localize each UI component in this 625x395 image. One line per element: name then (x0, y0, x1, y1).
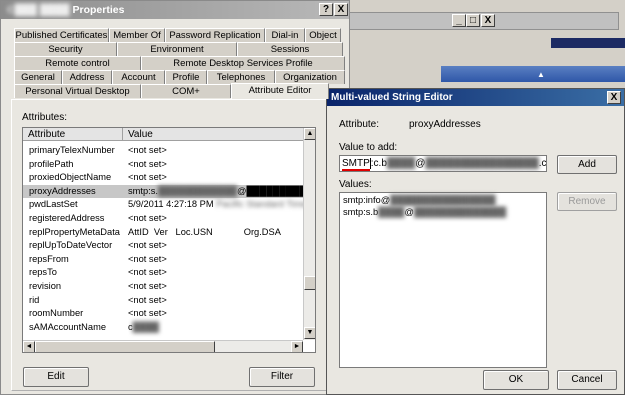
attributes-label: Attributes: (22, 112, 68, 123)
table-row[interactable]: primaryTelexNumber <not set> (23, 144, 303, 158)
editor-titlebar: Multi-valued String Editor (327, 89, 624, 106)
value-to-add-label: Value to add: (339, 142, 398, 153)
values-list[interactable]: smtp:info@████████████████ smtp:s.b████@… (339, 192, 547, 368)
table-row[interactable]: pwdLastSet 5/9/2011 4:27:18 PM Pacific S… (23, 198, 307, 212)
scrollbar-thumb[interactable] (304, 276, 315, 290)
tab-address[interactable]: Address (62, 70, 112, 84)
table-row[interactable]: revision <not set> (23, 280, 303, 294)
close-button[interactable]: X (334, 3, 348, 16)
ok-button[interactable]: OK (483, 370, 549, 390)
tab-environment[interactable]: Environment (117, 42, 237, 56)
tab-dial-in[interactable]: Dial-in (265, 28, 305, 42)
edit-button[interactable]: Edit (23, 367, 89, 387)
table-row-selected[interactable]: proxyAddresses smtp:s.████████████@█████… (23, 184, 315, 199)
close-button[interactable]: X (607, 91, 621, 104)
tab-personal-virtual-desktop[interactable]: Personal Virtual Desktop (14, 84, 141, 98)
tab-general[interactable]: General (14, 70, 62, 84)
cancel-button[interactable]: Cancel (557, 370, 617, 390)
tab-attribute-editor[interactable]: Attribute Editor (231, 83, 329, 99)
remove-button[interactable]: Remove (557, 192, 617, 211)
list-rows: primaryTelexNumber <not set> profilePath <… (23, 144, 315, 340)
scroll-right-arrow-icon[interactable]: ► (291, 341, 303, 352)
help-button[interactable]: ? (319, 3, 333, 16)
scroll-left-arrow-icon[interactable]: ◄ (23, 341, 35, 352)
table-row[interactable]: replUpToDateVector <not set> (23, 239, 303, 253)
tab-object[interactable]: Object (305, 28, 341, 42)
column-header-attribute[interactable]: Attribute (23, 128, 123, 141)
background-blue-band (551, 38, 625, 48)
table-row[interactable]: repsTo <not set> (23, 266, 303, 280)
title-blurred-name: C███ ████ (7, 4, 70, 16)
list-header: Attribute Value (23, 128, 303, 141)
tab-profile[interactable]: Profile (165, 70, 207, 84)
maximize-button[interactable]: □ (466, 14, 480, 27)
background-window: _ □ X ▲ (340, 0, 625, 100)
list-item[interactable]: smtp:info@████████████████ (343, 195, 496, 205)
table-row[interactable]: proxiedObjectName <not set> (23, 171, 303, 185)
tab-account[interactable]: Account (112, 70, 165, 84)
tab-remote-control[interactable]: Remote control (14, 56, 141, 70)
scroll-down-arrow-icon[interactable]: ▼ (304, 327, 315, 339)
tab-organization[interactable]: Organization (275, 70, 345, 84)
table-row[interactable]: roomNumber <not set> (23, 307, 303, 321)
column-header-value[interactable]: Value (123, 128, 303, 141)
input-smtp-prefix: SMTP (342, 158, 370, 171)
tab-remote-desktop-services-profile[interactable]: Remote Desktop Services Profile (141, 56, 345, 70)
tab-sessions[interactable]: Sessions (237, 42, 343, 56)
close-button[interactable]: X (481, 14, 495, 27)
attribute-value: proxyAddresses (409, 119, 481, 130)
table-row[interactable]: repsFrom <not set> (23, 253, 303, 267)
vertical-scrollbar[interactable]: ▲ ▼ (303, 128, 315, 340)
editor-title: Multi-valued String Editor (331, 92, 453, 103)
tab-telephones[interactable]: Telephones (207, 70, 275, 84)
table-row[interactable]: rid <not set> (23, 294, 303, 308)
filter-button[interactable]: Filter (249, 367, 315, 387)
chevron-up-icon[interactable]: ▲ (537, 70, 545, 79)
table-row[interactable]: replPropertyMetaData AttID Ver Loc.USN Or… (23, 226, 303, 240)
tab-security[interactable]: Security (14, 42, 117, 56)
tab-complus[interactable]: COM+ (141, 84, 231, 98)
horizontal-scrollbar-thumb[interactable] (35, 341, 215, 352)
list-item[interactable]: smtp:s.b████@██████████████ (343, 207, 506, 217)
tab-published-certificates[interactable]: Published Certificates (14, 28, 109, 42)
properties-titlebar: C███ ████ Properties (1, 1, 349, 19)
table-row[interactable]: sAMAccountName c████ (23, 321, 303, 335)
scroll-up-arrow-icon[interactable]: ▲ (304, 128, 315, 140)
attribute-label: Attribute: (339, 119, 380, 130)
table-row[interactable]: profilePath <not set> (23, 158, 303, 172)
table-row[interactable]: registeredAddress <not set> (23, 212, 303, 226)
tab-password-replication[interactable]: Password Replication (165, 28, 265, 42)
background-blue-bar (441, 66, 625, 82)
minimize-button[interactable]: _ (452, 14, 466, 27)
properties-window: C███ ████ Properties ? X Published Certi… (0, 0, 350, 395)
string-editor-dialog: Multi-valued String Editor X Attribute: … (326, 88, 625, 395)
add-button[interactable]: Add (557, 155, 617, 174)
attribute-list[interactable]: Attribute Value primaryTelexNumber <not s… (22, 127, 316, 353)
horizontal-scrollbar[interactable]: ◄ ► (23, 340, 303, 352)
values-label: Values: (339, 179, 372, 190)
window-title: Properties (72, 4, 125, 16)
value-to-add-input[interactable]: SMTP:c.b████@████████████████.com (339, 155, 547, 172)
tab-member-of[interactable]: Member Of (109, 28, 165, 42)
